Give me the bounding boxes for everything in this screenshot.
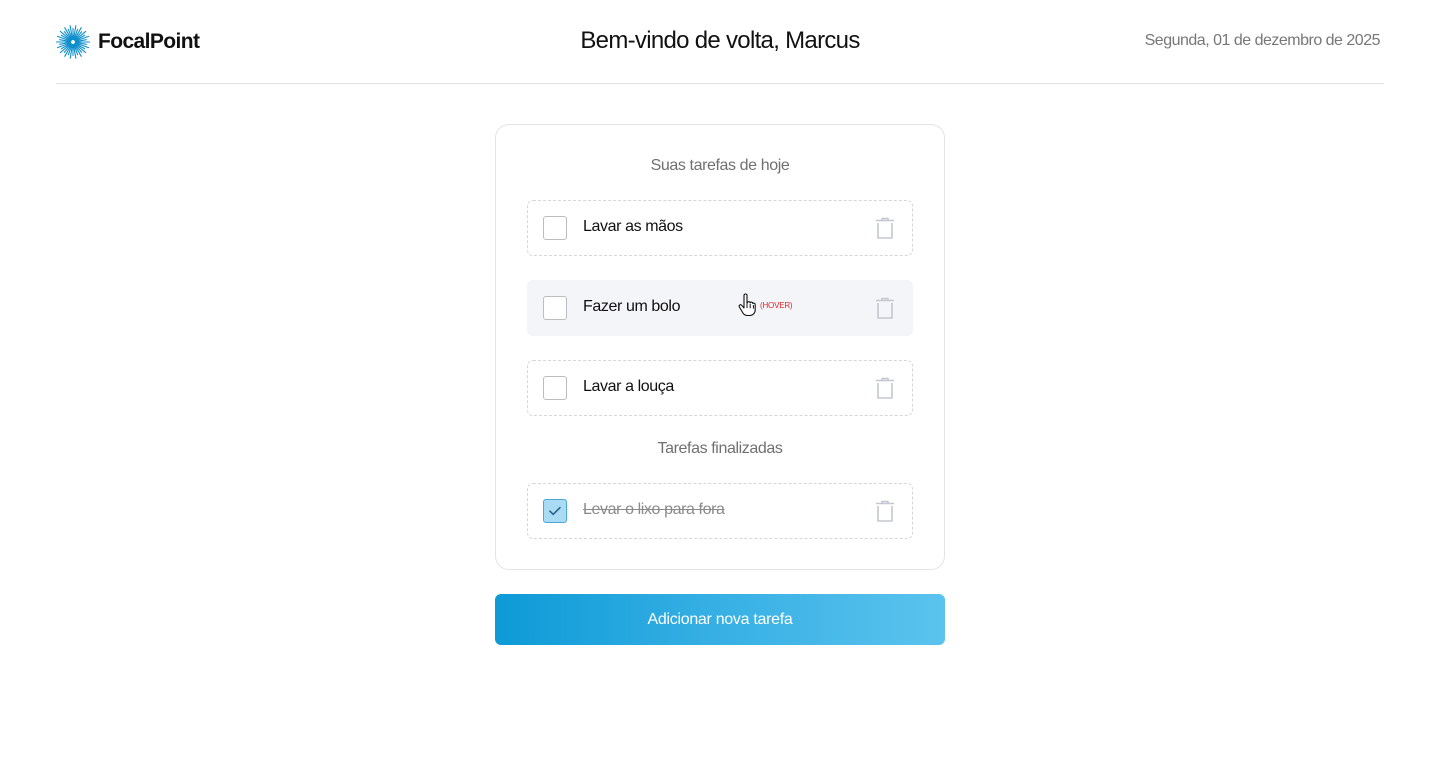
- add-task-button[interactable]: Adicionar nova tarefa: [495, 594, 945, 645]
- tasks-card: Suas tarefas de hoje Lavar as mãos Fazer…: [495, 124, 945, 570]
- trash-icon[interactable]: [874, 216, 896, 240]
- task-checkbox[interactable]: [543, 216, 567, 240]
- task-item[interactable]: Fazer um bolo (HOVER): [527, 280, 913, 336]
- task-checkbox[interactable]: [543, 296, 567, 320]
- task-item[interactable]: Lavar as mãos: [527, 200, 913, 256]
- task-label: Levar o lixo para fora: [583, 501, 725, 518]
- trash-icon[interactable]: [874, 499, 896, 523]
- task-label: Lavar as mãos: [583, 218, 683, 235]
- hover-annotation: (HOVER): [760, 301, 793, 310]
- trash-icon[interactable]: [874, 296, 896, 320]
- task-checkbox-checked[interactable]: [543, 499, 567, 523]
- current-date: Segunda, 01 de dezembro de 2025: [1144, 32, 1381, 49]
- task-checkbox[interactable]: [543, 376, 567, 400]
- finished-tasks-title: Tarefas finalizadas: [657, 440, 783, 457]
- task-label: Lavar a louça: [583, 378, 674, 395]
- task-label: Fazer um bolo: [583, 298, 681, 315]
- task-item-done[interactable]: Levar o lixo para fora: [527, 483, 913, 539]
- top-header: FocalPoint Bem-vindo de volta, Marcus Se…: [56, 0, 1384, 84]
- checkmark-icon: [549, 506, 561, 516]
- trash-icon[interactable]: [874, 376, 896, 400]
- task-item[interactable]: Lavar a louça: [527, 360, 913, 416]
- today-tasks-title: Suas tarefas de hoje: [650, 157, 790, 174]
- hand-pointer-icon: [737, 293, 757, 317]
